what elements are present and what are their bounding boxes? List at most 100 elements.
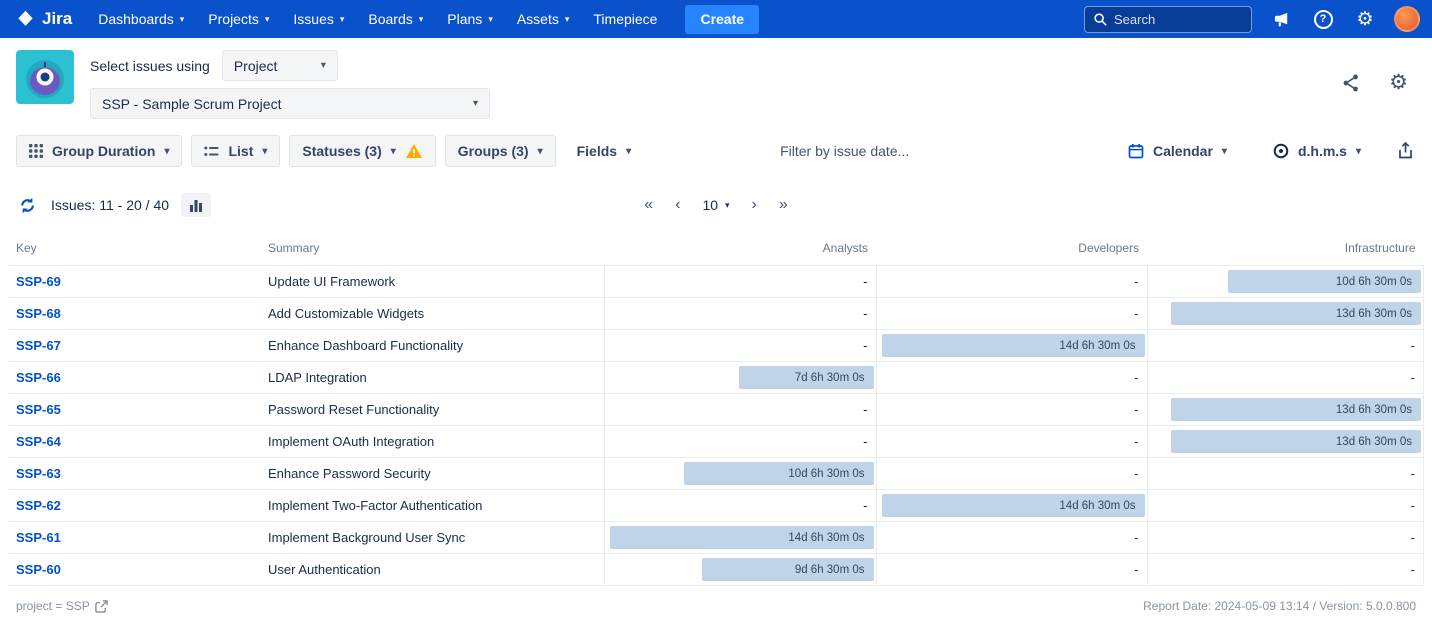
issue-key-cell: SSP-66 [8, 362, 260, 394]
issue-summary: Password Reset Functionality [260, 394, 604, 426]
issue-key-cell: SSP-64 [8, 426, 260, 458]
first-page-button[interactable]: « [644, 197, 653, 213]
nav-issues-label: Issues [293, 11, 333, 27]
issues-count-label: Issues: 11 - 20 / 40 [51, 197, 169, 213]
page-size-value: 10 [702, 197, 718, 213]
chevron-down-icon: ▾ [626, 146, 631, 157]
calendar-button[interactable]: Calendar ▾ [1116, 135, 1239, 167]
report-footer: project = SSP Report Date: 2024-05-09 13… [0, 586, 1432, 619]
issue-summary: Implement OAuth Integration [260, 426, 604, 458]
nav-plans[interactable]: Plans▾ [435, 0, 505, 38]
issue-key-link[interactable]: SSP-64 [16, 434, 61, 449]
issue-row: SSP-68Add Customizable Widgets--13d 6h 3… [8, 298, 1424, 330]
fields-button[interactable]: Fields ▾ [565, 135, 644, 167]
issue-key-cell: SSP-68 [8, 298, 260, 330]
analysts-duration-cell: - [604, 330, 876, 362]
issue-key-cell: SSP-60 [8, 554, 260, 586]
issue-key-link[interactable]: SSP-65 [16, 402, 61, 417]
duration-bar: 13d 6h 30m 0s [1171, 302, 1421, 325]
user-avatar[interactable] [1394, 6, 1420, 32]
issue-selection-controls: Select issues using Project ▾ SSP - Samp… [90, 50, 490, 119]
issue-summary: Update UI Framework [260, 266, 604, 298]
chart-view-button[interactable] [181, 193, 211, 217]
issue-date-filter-input[interactable] [780, 143, 1010, 159]
header-actions: ⚙ [1339, 50, 1416, 95]
issue-key-cell: SSP-67 [8, 330, 260, 362]
analysts-duration-cell: - [604, 394, 876, 426]
issue-key-cell: SSP-61 [8, 522, 260, 554]
warning-icon [405, 143, 423, 159]
issue-key-cell: SSP-62 [8, 490, 260, 522]
column-header-infrastructure: Infrastructure [1147, 235, 1424, 266]
chevron-down-icon: ▾ [262, 146, 267, 157]
developers-duration-cell: - [876, 298, 1147, 330]
share-button[interactable] [1339, 71, 1363, 95]
gear-glyph: ⚙ [1356, 10, 1373, 29]
group-duration-button[interactable]: Group Duration ▾ [16, 135, 182, 167]
groups-label: Groups (3) [458, 143, 529, 159]
next-page-button[interactable]: › [752, 197, 757, 213]
nav-plans-label: Plans [447, 11, 482, 27]
refresh-button[interactable] [16, 194, 39, 217]
settings-gear-icon[interactable]: ⚙ [1352, 6, 1378, 32]
announcement-icon[interactable] [1268, 6, 1294, 32]
nav-projects-label: Projects [208, 11, 259, 27]
nav-projects[interactable]: Projects▾ [196, 0, 281, 38]
nav-timepiece[interactable]: Timepiece [581, 0, 669, 38]
issue-summary: User Authentication [260, 554, 604, 586]
report-settings-button[interactable]: ⚙ [1387, 70, 1410, 95]
jira-logo[interactable]: Jira [12, 9, 86, 29]
duration-bar: 14d 6h 30m 0s [882, 334, 1145, 357]
issue-key-link[interactable]: SSP-63 [16, 466, 61, 481]
nav-dashboards-label: Dashboards [98, 11, 174, 27]
issue-summary: Add Customizable Widgets [260, 298, 604, 330]
statuses-button[interactable]: Statuses (3) ▾ [289, 135, 435, 167]
nav-dashboards[interactable]: Dashboards▾ [86, 0, 196, 38]
chevron-down-icon: ▾ [565, 15, 570, 24]
issue-key-link[interactable]: SSP-68 [16, 306, 61, 321]
view-list-button[interactable]: List ▾ [191, 135, 280, 167]
issue-summary: LDAP Integration [260, 362, 604, 394]
refresh-icon [18, 196, 37, 215]
nav-issues[interactable]: Issues▾ [281, 0, 356, 38]
issue-source-value: Project [234, 58, 278, 74]
issue-key-link[interactable]: SSP-62 [16, 498, 61, 513]
analysts-duration-cell: 9d 6h 30m 0s [604, 554, 876, 586]
issue-row: SSP-64Implement OAuth Integration--13d 6… [8, 426, 1424, 458]
issue-key-link[interactable]: SSP-61 [16, 530, 61, 545]
duration-bar: 10d 6h 30m 0s [1228, 270, 1421, 293]
last-page-button[interactable]: » [779, 197, 788, 213]
nav-assets-label: Assets [517, 11, 559, 27]
help-icon[interactable]: ? [1310, 6, 1336, 32]
nav-boards[interactable]: Boards▾ [356, 0, 435, 38]
issue-key-link[interactable]: SSP-69 [16, 274, 61, 289]
duration-bar: 10d 6h 30m 0s [684, 462, 874, 485]
column-header-summary: Summary [260, 235, 604, 266]
infrastructure-duration-cell: 13d 6h 30m 0s [1147, 394, 1424, 426]
chevron-down-icon: ▾ [1222, 146, 1227, 157]
issue-key-link[interactable]: SSP-66 [16, 370, 61, 385]
issue-key-link[interactable]: SSP-60 [16, 562, 61, 577]
developers-duration-cell: - [876, 522, 1147, 554]
duration-bar: 7d 6h 30m 0s [739, 366, 873, 389]
search-input[interactable] [1114, 12, 1238, 27]
issue-row: SSP-61Implement Background User Sync14d … [8, 522, 1424, 554]
external-link-icon[interactable] [95, 600, 108, 613]
page-size-select[interactable]: 10 ▾ [702, 197, 729, 213]
groups-button[interactable]: Groups (3) ▾ [445, 135, 556, 167]
global-search[interactable] [1084, 6, 1252, 33]
time-format-button[interactable]: d.h.m.s ▾ [1261, 135, 1373, 167]
column-header-key: Key [8, 235, 260, 266]
grid-icon [29, 144, 43, 158]
developers-duration-cell: - [876, 426, 1147, 458]
nav-assets[interactable]: Assets ▾ [505, 0, 582, 38]
group-duration-label: Group Duration [52, 143, 155, 159]
analysts-duration-cell: - [604, 426, 876, 458]
report-header: Select issues using Project ▾ SSP - Samp… [0, 38, 1432, 127]
create-button[interactable]: Create [685, 5, 759, 34]
previous-page-button[interactable]: ‹ [675, 197, 680, 213]
issue-source-select[interactable]: Project ▾ [222, 50, 338, 81]
export-button[interactable] [1395, 140, 1416, 162]
issue-key-link[interactable]: SSP-67 [16, 338, 61, 353]
project-select[interactable]: SSP - Sample Scrum Project ▾ [90, 88, 490, 119]
